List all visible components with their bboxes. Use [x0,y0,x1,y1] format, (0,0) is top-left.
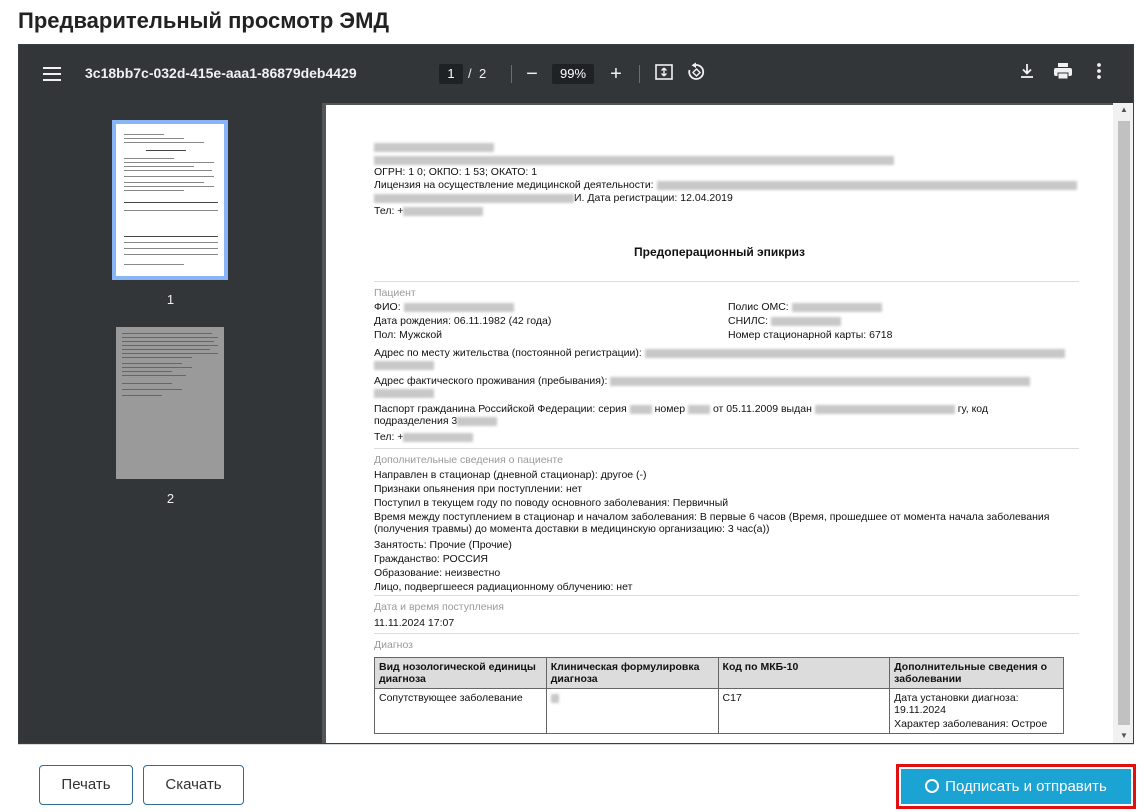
print-button[interactable]: Печать [39,765,133,805]
sign-and-send-button[interactable]: Подписать и отправить [901,769,1131,804]
zoom-out-button[interactable]: − [520,62,544,86]
page-title: Предварительный просмотр ЭМД [18,8,390,33]
document-heading: Предоперационный эпикриз [634,245,805,259]
table-cell: Дата установки диагноза: 19.11.2024 Харак… [889,688,1064,734]
license-line: Лицензия на осуществление медицинской де… [374,179,1077,191]
extra-line: Занятость: Прочие (Прочие) [374,539,512,551]
document-id: 3c18bb7c-032d-415e-aaa1-86879deb4429 [85,65,357,81]
thumbnail-number-2: 2 [166,491,175,506]
print-icon[interactable] [1051,62,1075,86]
page-separator: / [468,66,472,81]
toolbar-divider [511,65,512,83]
download-icon[interactable] [1015,62,1039,86]
table-header-row: Вид нозологической единицы диагноза Клин… [374,657,1064,689]
section-admission: Дата и время поступления [374,601,504,613]
vertical-scrollbar[interactable]: ▲ ▼ [1113,103,1133,743]
scrollbar-thumb[interactable] [1118,121,1130,725]
patient-dob: Дата рождения: 06.11.1982 (42 года) [374,315,552,327]
patient-phone: Тел: + [374,431,474,443]
blurred-org-name [374,141,494,153]
extra-line: Образование: неизвестно [374,567,501,579]
license-date-line: И. Дата регистрации: 12.04.2019 [374,192,733,204]
section-extra: Дополнительные сведения о пациенте [374,454,563,466]
more-options-icon[interactable] [1087,62,1111,86]
table-header: Вид нозологической единицы диагноза [374,657,547,689]
org-phone: Тел: + [374,205,484,217]
table-header: Код по МКБ-10 [717,657,891,689]
page-thumbnail-1[interactable] [112,120,228,280]
toolbar-divider [639,65,640,83]
document-page: ОГРН: 1 0; ОКПО: 1 53; ОКАТО: 1 Лицензия… [326,105,1113,743]
sign-button-highlight: Подписать и отправить [896,764,1136,809]
admission-datetime: 11.11.2024 17:07 [374,617,455,629]
download-button[interactable]: Скачать [143,765,244,805]
patient-address-fact: Адрес фактического проживания (пребывани… [374,375,1031,387]
patient-card-number: Номер стационарной карты: 6718 [728,329,893,341]
zoom-in-button[interactable]: + [604,62,628,86]
badge-icon [925,779,940,793]
extra-line: Направлен в стационар (дневной стационар… [374,469,647,481]
section-diagnosis: Диагноз [374,639,413,651]
scroll-down-icon[interactable]: ▼ [1118,731,1130,740]
table-row: Сопутствующее заболевание C17 Дата устан… [374,688,1064,734]
table-header: Клиническая формулировка диагноза [545,657,719,689]
diagnosis-table: Вид нозологической единицы диагноза Клин… [374,657,1064,734]
current-page-input[interactable]: 1 [439,64,463,84]
patient-passport: Паспорт гражданина Российской Федерации:… [374,403,989,415]
rotate-icon[interactable] [684,62,708,86]
blurred-org-address [374,154,894,166]
extra-line: Гражданство: РОССИЯ [374,553,488,565]
extra-line: Лицо, подвергшееся радиационному облучен… [374,581,633,593]
table-header: Дополнительные сведения о заболевании [889,657,1064,689]
patient-address-reg: Адрес по месту жительства (постоянной ре… [374,347,1065,359]
extra-line: (получения травмы) до момента доставки в… [374,523,770,535]
patient-snils: СНИЛС: [728,315,842,327]
section-patient: Пациент [374,287,416,299]
patient-polis: Полис ОМС: [728,301,882,313]
scroll-up-icon[interactable]: ▲ [1118,105,1130,114]
table-cell: Сопутствующее заболевание [374,688,547,734]
footer-divider [18,744,1134,745]
page-thumbnail-2[interactable] [116,327,224,479]
thumbnail-sidebar: 1 2 [19,103,322,743]
table-cell [545,688,719,734]
total-pages: 2 [479,66,487,81]
ogrn-line: ОГРН: 1 0; ОКПО: 1 53; ОКАТО: 1 [374,166,538,178]
menu-icon[interactable] [43,67,61,81]
document-area: ОГРН: 1 0; ОКПО: 1 53; ОКАТО: 1 Лицензия… [322,103,1113,743]
patient-passport-line2: подразделения 3 [374,415,498,427]
patient-fio: ФИО: [374,301,514,313]
extra-line: Время между поступлением в стационар и н… [374,511,1050,523]
extra-line: Признаки опьянения при поступлении: нет [374,483,583,495]
zoom-input[interactable]: 99% [552,64,594,84]
pdf-toolbar: 3c18bb7c-032d-415e-aaa1-86879deb4429 1 /… [19,45,1133,103]
fit-page-icon[interactable] [652,62,676,86]
sign-button-label: Подписать и отправить [945,778,1107,795]
blurred-address-reg-2 [374,359,434,371]
pdf-viewer: 3c18bb7c-032d-415e-aaa1-86879deb4429 1 /… [18,44,1134,744]
patient-sex: Пол: Мужской [374,329,443,341]
thumbnail-number-1: 1 [166,292,175,307]
blurred-address-fact-2 [374,387,434,399]
table-cell: C17 [717,688,891,734]
extra-line: Поступил в текущем году по поводу основн… [374,497,729,509]
